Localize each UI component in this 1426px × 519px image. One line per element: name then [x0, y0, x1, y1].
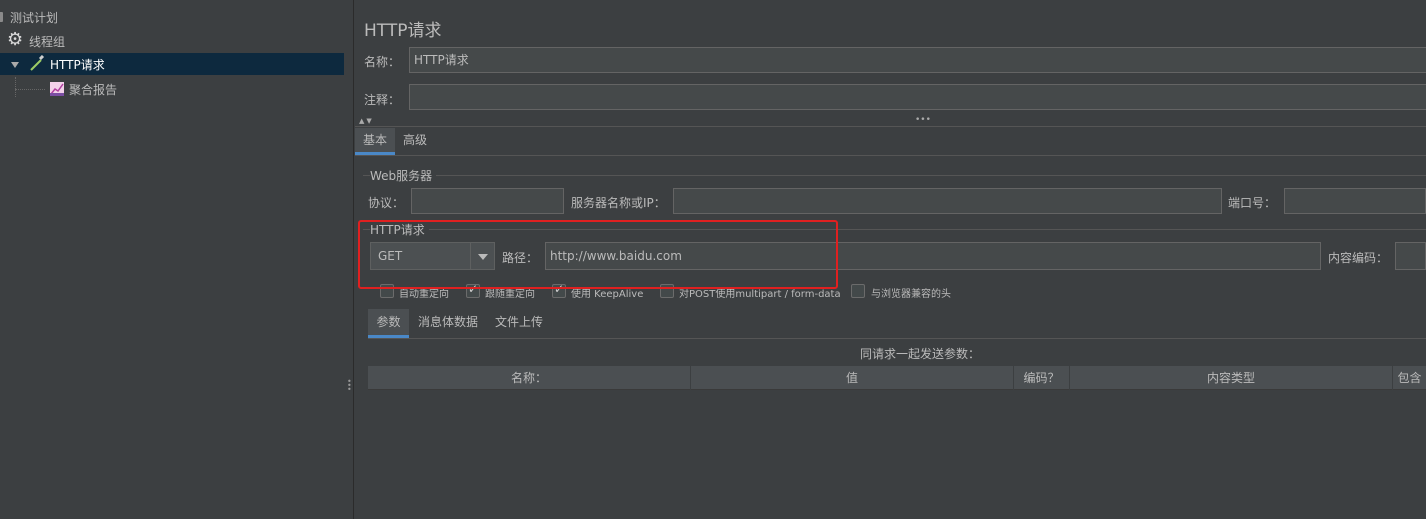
- server-label: 服务器名称或IP：: [571, 196, 666, 210]
- divider: [355, 126, 1426, 127]
- pane-splitter[interactable]: • • •: [344, 0, 354, 519]
- tree-item-label: 聚合报告: [69, 82, 118, 97]
- follow-redirect-label: 跟随重定向: [485, 289, 535, 300]
- tab-files-upload[interactable]: 文件上传: [489, 309, 549, 338]
- browser-headers-label: 与浏览器兼容的头: [871, 289, 951, 300]
- chart-icon: [49, 81, 65, 100]
- tree-item-aggregate-report[interactable]: 聚合报告: [0, 78, 344, 100]
- expand-caret-icon[interactable]: [11, 62, 19, 68]
- test-plan-icon: [0, 12, 3, 22]
- params-caption: 同请求一起发送参数：: [860, 347, 981, 361]
- multipart-checkbox[interactable]: [660, 284, 674, 298]
- divider-grip-icon[interactable]: •••: [915, 115, 931, 125]
- server-input[interactable]: [673, 188, 1222, 214]
- keepalive-checkbox[interactable]: [552, 282, 566, 298]
- protocol-label: 协议：: [368, 196, 405, 210]
- port-input[interactable]: [1284, 188, 1426, 214]
- method-select-value: GET: [378, 249, 403, 263]
- name-input[interactable]: HTTP请求: [409, 47, 1426, 73]
- comment-input[interactable]: [409, 84, 1426, 110]
- encoding-input[interactable]: [1395, 242, 1426, 270]
- column-header-content-type[interactable]: 内容类型: [1070, 366, 1393, 390]
- tree-item-http-request[interactable]: HTTP请求: [0, 53, 344, 75]
- page-title: HTTP请求: [364, 21, 442, 41]
- sub-tab-divider: [368, 338, 1426, 339]
- tree-item-thread-group[interactable]: ⚙ 线程组: [0, 30, 344, 52]
- comment-label: 注释：: [364, 93, 401, 107]
- tab-parameters[interactable]: 参数: [368, 309, 409, 338]
- tab-basic[interactable]: 基本: [355, 128, 395, 155]
- web-server-group-title: Web服务器: [370, 167, 437, 184]
- tree-item-label: 测试计划: [10, 10, 59, 25]
- name-label: 名称：: [364, 55, 401, 69]
- http-request-group-title: HTTP请求: [370, 221, 429, 238]
- port-label: 端口号：: [1228, 196, 1277, 210]
- method-select[interactable]: GET: [370, 242, 495, 270]
- group-border: [363, 229, 1426, 230]
- collapse-arrows-icon[interactable]: ▲▼: [359, 117, 374, 125]
- tree-item-test-plan[interactable]: 测试计划: [0, 6, 344, 28]
- column-header-include[interactable]: 包含: [1393, 366, 1426, 390]
- keepalive-label: 使用 KeepAlive: [571, 289, 644, 300]
- group-border: [363, 175, 1426, 176]
- follow-redirect-checkbox[interactable]: [466, 282, 480, 298]
- http-request-panel: HTTP请求 名称： HTTP请求 注释： ▲▼ ••• 基本 高级 Web服务…: [355, 0, 1426, 519]
- pipette-icon: [28, 54, 46, 76]
- parameters-table-header: 名称： 值 编码？ 内容类型 包含: [368, 366, 1426, 390]
- multipart-label: 对POST使用multipart / form-data: [679, 289, 841, 300]
- tab-divider: [355, 155, 1426, 156]
- gear-icon: ⚙: [7, 29, 24, 50]
- column-header-encode[interactable]: 编码？: [1014, 366, 1070, 390]
- splitter-grip-icon: • • •: [347, 377, 352, 394]
- auto-redirect-checkbox[interactable]: [380, 284, 394, 298]
- column-header-value[interactable]: 值: [691, 366, 1014, 390]
- column-header-name[interactable]: 名称：: [368, 366, 691, 390]
- tree-item-label: 线程组: [29, 34, 66, 49]
- chevron-down-icon[interactable]: [470, 243, 494, 269]
- path-input[interactable]: http://www.baidu.com: [545, 242, 1321, 270]
- path-label: 路径：: [502, 251, 539, 265]
- tab-body-data[interactable]: 消息体数据: [413, 309, 483, 338]
- tab-advanced[interactable]: 高级: [397, 128, 433, 155]
- auto-redirect-label: 自动重定向: [399, 289, 449, 300]
- test-plan-tree: 测试计划 ⚙ 线程组 HTTP请求 聚合报告: [0, 0, 344, 519]
- tree-item-label: HTTP请求: [50, 57, 105, 72]
- encoding-label: 内容编码：: [1328, 251, 1389, 265]
- protocol-input[interactable]: [411, 188, 564, 214]
- browser-headers-checkbox[interactable]: [851, 284, 865, 298]
